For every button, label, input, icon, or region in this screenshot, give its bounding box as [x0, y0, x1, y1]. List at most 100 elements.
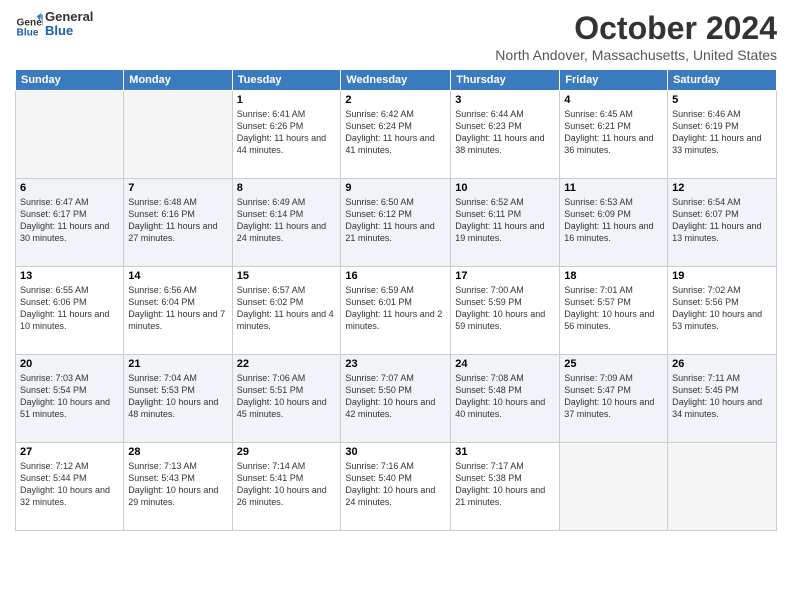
table-row: 29 Sunrise: 7:14 AM Sunset: 5:41 PM Dayli… — [232, 443, 341, 531]
col-friday: Friday — [560, 70, 668, 91]
day-number: 9 — [345, 182, 446, 194]
day-info: Sunrise: 7:00 AM Sunset: 5:59 PM Dayligh… — [455, 284, 555, 333]
day-info: Sunrise: 6:55 AM Sunset: 6:06 PM Dayligh… — [20, 284, 119, 333]
day-number: 2 — [345, 94, 446, 106]
table-row: 26 Sunrise: 7:11 AM Sunset: 5:45 PM Dayli… — [668, 355, 777, 443]
day-info: Sunrise: 6:41 AM Sunset: 6:26 PM Dayligh… — [237, 108, 337, 157]
day-number: 11 — [564, 182, 663, 194]
col-thursday: Thursday — [451, 70, 560, 91]
day-info: Sunrise: 7:04 AM Sunset: 5:53 PM Dayligh… — [128, 372, 227, 421]
table-row: 12Sunrise: 6:54 AM Sunset: 6:07 PM Dayli… — [668, 179, 777, 267]
day-info: Sunrise: 6:42 AM Sunset: 6:24 PM Dayligh… — [345, 108, 446, 157]
day-info: Sunrise: 7:02 AM Sunset: 5:56 PM Dayligh… — [672, 284, 772, 333]
calendar-table: Sunday Monday Tuesday Wednesday Thursday… — [15, 69, 777, 531]
table-row: 14 Sunrise: 6:56 AM Sunset: 6:04 PM Dayli… — [124, 267, 232, 355]
day-info: Sunrise: 6:57 AM Sunset: 6:02 PM Dayligh… — [237, 284, 337, 333]
svg-text:Blue: Blue — [17, 28, 39, 38]
table-row — [668, 443, 777, 531]
title-area: October 2024 North Andover, Massachusett… — [495, 10, 777, 63]
table-row: 16Sunrise: 6:59 AM Sunset: 6:01 PM Dayli… — [341, 267, 451, 355]
day-info: Sunrise: 7:06 AM Sunset: 5:51 PM Dayligh… — [237, 372, 337, 421]
day-info: Sunrise: 6:52 AM Sunset: 6:11 PM Dayligh… — [455, 196, 555, 245]
day-info: Sunrise: 7:08 AM Sunset: 5:48 PM Dayligh… — [455, 372, 555, 421]
day-number: 5 — [672, 94, 772, 106]
day-info: Sunrise: 7:12 AM Sunset: 5:44 PM Dayligh… — [20, 460, 119, 509]
day-number: 4 — [564, 94, 663, 106]
day-info: Sunrise: 7:16 AM Sunset: 5:40 PM Dayligh… — [345, 460, 446, 509]
table-row: 8 Sunrise: 6:49 AM Sunset: 6:14 PM Daylig… — [232, 179, 341, 267]
calendar-week-row: 13Sunrise: 6:55 AM Sunset: 6:06 PM Dayli… — [16, 267, 777, 355]
day-number: 3 — [455, 94, 555, 106]
table-row: 28 Sunrise: 7:13 AM Sunset: 5:43 PM Dayli… — [124, 443, 232, 531]
table-row: 2 Sunrise: 6:42 AM Sunset: 6:24 PM Daylig… — [341, 91, 451, 179]
table-row: 22Sunrise: 7:06 AM Sunset: 5:51 PM Dayli… — [232, 355, 341, 443]
day-number: 1 — [237, 94, 337, 106]
day-number: 8 — [237, 182, 337, 194]
day-info: Sunrise: 7:17 AM Sunset: 5:38 PM Dayligh… — [455, 460, 555, 509]
day-number: 18 — [564, 270, 663, 282]
day-number: 19 — [672, 270, 772, 282]
header: General Blue General Blue October 2024 N… — [15, 10, 777, 63]
table-row: 21Sunrise: 7:04 AM Sunset: 5:53 PM Dayli… — [124, 355, 232, 443]
day-info: Sunrise: 6:53 AM Sunset: 6:09 PM Dayligh… — [564, 196, 663, 245]
day-number: 12 — [672, 182, 772, 194]
table-row: 27 Sunrise: 7:12 AM Sunset: 5:44 PM Dayli… — [16, 443, 124, 531]
logo-general: General — [45, 10, 93, 24]
day-info: Sunrise: 7:11 AM Sunset: 5:45 PM Dayligh… — [672, 372, 772, 421]
col-wednesday: Wednesday — [341, 70, 451, 91]
calendar-week-row: 1 Sunrise: 6:41 AM Sunset: 6:26 PM Daylig… — [16, 91, 777, 179]
day-number: 23 — [345, 358, 446, 370]
day-info: Sunrise: 6:48 AM Sunset: 6:16 PM Dayligh… — [128, 196, 227, 245]
table-row: 15 Sunrise: 6:57 AM Sunset: 6:02 PM Dayli… — [232, 267, 341, 355]
day-number: 6 — [20, 182, 119, 194]
table-row: 4 Sunrise: 6:45 AM Sunset: 6:21 PM Daylig… — [560, 91, 668, 179]
table-row — [16, 91, 124, 179]
day-number: 25 — [564, 358, 663, 370]
day-number: 28 — [128, 446, 227, 458]
day-info: Sunrise: 6:45 AM Sunset: 6:21 PM Dayligh… — [564, 108, 663, 157]
col-saturday: Saturday — [668, 70, 777, 91]
day-number: 27 — [20, 446, 119, 458]
table-row: 7 Sunrise: 6:48 AM Sunset: 6:16 PM Daylig… — [124, 179, 232, 267]
logo-icon: General Blue — [15, 10, 43, 38]
day-info: Sunrise: 7:03 AM Sunset: 5:54 PM Dayligh… — [20, 372, 119, 421]
day-info: Sunrise: 6:49 AM Sunset: 6:14 PM Dayligh… — [237, 196, 337, 245]
table-row: 9 Sunrise: 6:50 AM Sunset: 6:12 PM Daylig… — [341, 179, 451, 267]
day-number: 7 — [128, 182, 227, 194]
table-row — [124, 91, 232, 179]
col-monday: Monday — [124, 70, 232, 91]
day-number: 10 — [455, 182, 555, 194]
day-info: Sunrise: 7:07 AM Sunset: 5:50 PM Dayligh… — [345, 372, 446, 421]
table-row: 18Sunrise: 7:01 AM Sunset: 5:57 PM Dayli… — [560, 267, 668, 355]
subtitle: North Andover, Massachusetts, United Sta… — [495, 47, 777, 63]
table-row: 30 Sunrise: 7:16 AM Sunset: 5:40 PM Dayli… — [341, 443, 451, 531]
table-row: 19 Sunrise: 7:02 AM Sunset: 5:56 PM Dayli… — [668, 267, 777, 355]
table-row: 25Sunrise: 7:09 AM Sunset: 5:47 PM Dayli… — [560, 355, 668, 443]
day-info: Sunrise: 6:56 AM Sunset: 6:04 PM Dayligh… — [128, 284, 227, 333]
day-info: Sunrise: 7:13 AM Sunset: 5:43 PM Dayligh… — [128, 460, 227, 509]
table-row: 31 Sunrise: 7:17 AM Sunset: 5:38 PM Dayli… — [451, 443, 560, 531]
day-info: Sunrise: 7:14 AM Sunset: 5:41 PM Dayligh… — [237, 460, 337, 509]
table-row: 23 Sunrise: 7:07 AM Sunset: 5:50 PM Dayli… — [341, 355, 451, 443]
day-number: 15 — [237, 270, 337, 282]
calendar-week-row: 6 Sunrise: 6:47 AM Sunset: 6:17 PM Daylig… — [16, 179, 777, 267]
table-row: 10 Sunrise: 6:52 AM Sunset: 6:11 PM Dayli… — [451, 179, 560, 267]
table-row: 11 Sunrise: 6:53 AM Sunset: 6:09 PM Dayli… — [560, 179, 668, 267]
day-info: Sunrise: 6:46 AM Sunset: 6:19 PM Dayligh… — [672, 108, 772, 157]
day-number: 30 — [345, 446, 446, 458]
day-number: 26 — [672, 358, 772, 370]
logo-text: General Blue — [45, 10, 93, 39]
table-row: 24 Sunrise: 7:08 AM Sunset: 5:48 PM Dayli… — [451, 355, 560, 443]
table-row: 6 Sunrise: 6:47 AM Sunset: 6:17 PM Daylig… — [16, 179, 124, 267]
day-info: Sunrise: 6:44 AM Sunset: 6:23 PM Dayligh… — [455, 108, 555, 157]
day-number: 29 — [237, 446, 337, 458]
day-number: 16 — [345, 270, 446, 282]
day-number: 20 — [20, 358, 119, 370]
day-number: 31 — [455, 446, 555, 458]
day-number: 24 — [455, 358, 555, 370]
day-info: Sunrise: 6:47 AM Sunset: 6:17 PM Dayligh… — [20, 196, 119, 245]
day-info: Sunrise: 6:50 AM Sunset: 6:12 PM Dayligh… — [345, 196, 446, 245]
table-row: 13Sunrise: 6:55 AM Sunset: 6:06 PM Dayli… — [16, 267, 124, 355]
day-number: 14 — [128, 270, 227, 282]
calendar-header-row: Sunday Monday Tuesday Wednesday Thursday… — [16, 70, 777, 91]
